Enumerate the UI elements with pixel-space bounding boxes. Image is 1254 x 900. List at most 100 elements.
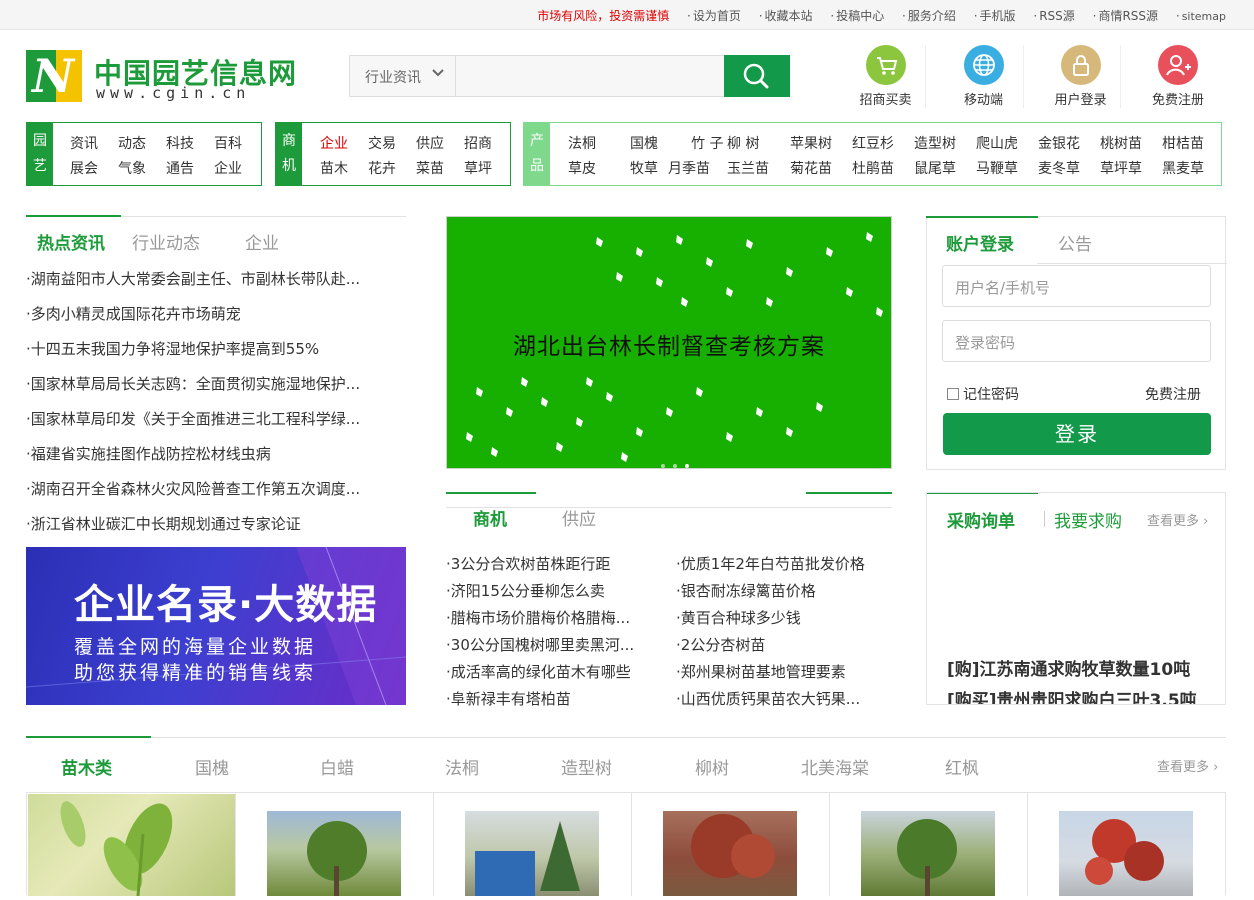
- news-item[interactable]: ·湖南召开全省森林火灾风险普查工作第五次调度...: [26, 478, 396, 499]
- username-field[interactable]: 用户名/手机号: [942, 265, 1211, 307]
- quick-login-button[interactable]: 用户登录: [1041, 45, 1121, 108]
- business-link[interactable]: 草坪: [464, 158, 492, 178]
- product-link[interactable]: 红豆杉: [852, 133, 894, 153]
- product-link[interactable]: 桃树苗: [1100, 133, 1142, 153]
- business-item[interactable]: ·腊梅市场价腊梅价格腊梅...: [446, 607, 666, 628]
- product-link[interactable]: 黑麦草: [1162, 158, 1204, 178]
- product-card[interactable]: [830, 793, 1028, 896]
- search-input[interactable]: [457, 56, 723, 96]
- product-link[interactable]: 造型树: [914, 133, 956, 153]
- garden-link[interactable]: 动态: [118, 133, 146, 153]
- tab-red-maple[interactable]: 红枫: [945, 754, 979, 779]
- free-register-link[interactable]: 免费注册: [1145, 384, 1201, 404]
- news-item[interactable]: ·国家林草局局长关志鸥：全面贯彻实施湿地保护...: [26, 373, 396, 394]
- business-item[interactable]: ·银杏耐冻绿篱苗价格: [676, 580, 896, 601]
- tab-enterprise[interactable]: 企业: [245, 229, 279, 254]
- tab-fatong[interactable]: 法桐: [445, 754, 479, 779]
- product-link[interactable]: 马鞭草: [976, 158, 1018, 178]
- tab-industry[interactable]: 行业动态: [132, 229, 200, 254]
- tab-want-to-buy[interactable]: 我要求购: [1054, 507, 1122, 532]
- service-link[interactable]: 服务介绍: [908, 9, 956, 23]
- quick-mobile-button[interactable]: 移动端: [944, 45, 1024, 108]
- enterprise-directory-ad[interactable]: 企业名录·大数据 覆盖全网的海量企业数据 助您获得精准的销售线索: [26, 547, 406, 705]
- tab-seedlings[interactable]: 苗木类: [61, 754, 112, 779]
- remember-checkbox[interactable]: [947, 388, 959, 400]
- product-card[interactable]: [27, 793, 236, 897]
- slide-dot[interactable]: [685, 464, 689, 468]
- purchase-item[interactable]: [购]江苏南通求购牧草数量10吨: [947, 655, 1190, 680]
- tab-hot-news[interactable]: 热点资讯: [37, 229, 105, 254]
- biz-rss-link[interactable]: 商情RSS源: [1098, 9, 1158, 23]
- business-link[interactable]: 供应: [416, 133, 444, 153]
- product-link[interactable]: 鼠尾草: [914, 158, 956, 178]
- search-button[interactable]: [724, 55, 790, 97]
- business-item[interactable]: ·3公分合欢树苗株距行距: [446, 553, 666, 574]
- remember-password[interactable]: 记住密码: [947, 384, 1019, 404]
- site-logo[interactable]: N 中国园艺信息网 www.cgin.cn: [26, 50, 296, 104]
- product-link[interactable]: 苹果树: [790, 133, 832, 153]
- garden-link[interactable]: 百科: [214, 133, 242, 153]
- product-card[interactable]: [434, 793, 632, 896]
- business-item[interactable]: ·30公分国槐树哪里卖黑河...: [446, 634, 666, 655]
- product-link[interactable]: 爬山虎: [976, 133, 1018, 153]
- product-link[interactable]: 草坪草: [1100, 158, 1142, 178]
- product-link[interactable]: 柑桔苗: [1162, 133, 1204, 153]
- set-homepage-link[interactable]: 设为首页: [693, 9, 741, 23]
- garden-link[interactable]: 通告: [166, 158, 194, 178]
- business-item[interactable]: ·山西优质钙果苗农大钙果...: [676, 688, 896, 709]
- product-link[interactable]: 月季苗: [668, 158, 710, 178]
- quick-trade-button[interactable]: 招商买卖: [846, 45, 926, 108]
- product-link[interactable]: 玉兰苗: [727, 158, 769, 178]
- garden-link[interactable]: 气象: [118, 158, 146, 178]
- search-category-select[interactable]: 行业资讯: [350, 56, 456, 96]
- business-item[interactable]: ·2公分杏树苗: [676, 634, 896, 655]
- tab-crabapple[interactable]: 北美海棠: [801, 754, 869, 779]
- news-slideshow[interactable]: 湖北出台林长制督查考核方案: [446, 216, 892, 469]
- business-link[interactable]: 菜苗: [416, 158, 444, 178]
- login-button[interactable]: 登录: [943, 413, 1211, 455]
- product-link[interactable]: 牧草: [630, 158, 658, 178]
- garden-link[interactable]: 展会: [70, 158, 98, 178]
- tab-willow[interactable]: 柳树: [695, 754, 729, 779]
- tab-account-login[interactable]: 账户登录: [946, 230, 1014, 255]
- password-field[interactable]: 登录密码: [942, 320, 1211, 362]
- product-link[interactable]: 竹 子: [691, 133, 723, 153]
- business-item[interactable]: ·济阳15公分垂柳怎么卖: [446, 580, 666, 601]
- business-link[interactable]: 企业: [320, 133, 348, 153]
- product-link[interactable]: 国槐: [630, 133, 658, 153]
- news-item[interactable]: ·十四五末我国力争将湿地保护率提高到55%: [26, 338, 396, 359]
- submit-center-link[interactable]: 投稿中心: [836, 9, 884, 23]
- business-item[interactable]: ·阜新禄丰有塔柏苗: [446, 688, 666, 709]
- product-link[interactable]: 草皮: [568, 158, 596, 178]
- business-link[interactable]: 招商: [464, 133, 492, 153]
- product-link[interactable]: 金银花: [1038, 133, 1080, 153]
- product-card[interactable]: [1028, 793, 1226, 896]
- mobile-link[interactable]: 手机版: [980, 9, 1016, 23]
- tab-purchase-inquiry[interactable]: 采购询单: [947, 507, 1015, 532]
- sitemap-link[interactable]: sitemap: [1182, 10, 1226, 23]
- garden-link[interactable]: 科技: [166, 133, 194, 153]
- purchase-item[interactable]: [购买]贵州贵阳求购白三叶3.5吨: [947, 686, 1197, 704]
- garden-link[interactable]: 企业: [214, 158, 242, 178]
- plant-more-link[interactable]: 查看更多 ›: [1157, 756, 1218, 775]
- purchase-more-link[interactable]: 查看更多 ›: [1147, 510, 1208, 529]
- tab-notice[interactable]: 公告: [1058, 230, 1092, 255]
- product-link[interactable]: 法桐: [568, 133, 596, 153]
- product-link[interactable]: 麦冬草: [1038, 158, 1080, 178]
- business-link[interactable]: 花卉: [368, 158, 396, 178]
- slide-dot[interactable]: [661, 464, 665, 468]
- quick-register-button[interactable]: 免费注册: [1138, 45, 1218, 108]
- tab-baila[interactable]: 白蜡: [320, 754, 354, 779]
- tab-shaped-tree[interactable]: 造型树: [561, 754, 612, 779]
- tab-supply[interactable]: 供应: [562, 505, 596, 530]
- news-item[interactable]: ·多肉小精灵成国际花卉市场萌宠: [26, 303, 396, 324]
- slide-dot[interactable]: [673, 464, 677, 468]
- product-link[interactable]: 柳 树: [727, 133, 759, 153]
- business-link[interactable]: 交易: [368, 133, 396, 153]
- rss-link[interactable]: RSS源: [1039, 9, 1075, 23]
- garden-link[interactable]: 资讯: [70, 133, 98, 153]
- product-card[interactable]: [632, 793, 830, 896]
- business-item[interactable]: ·郑州果树苗基地管理要素: [676, 661, 896, 682]
- business-link[interactable]: 苗木: [320, 158, 348, 178]
- product-link[interactable]: 菊花苗: [790, 158, 832, 178]
